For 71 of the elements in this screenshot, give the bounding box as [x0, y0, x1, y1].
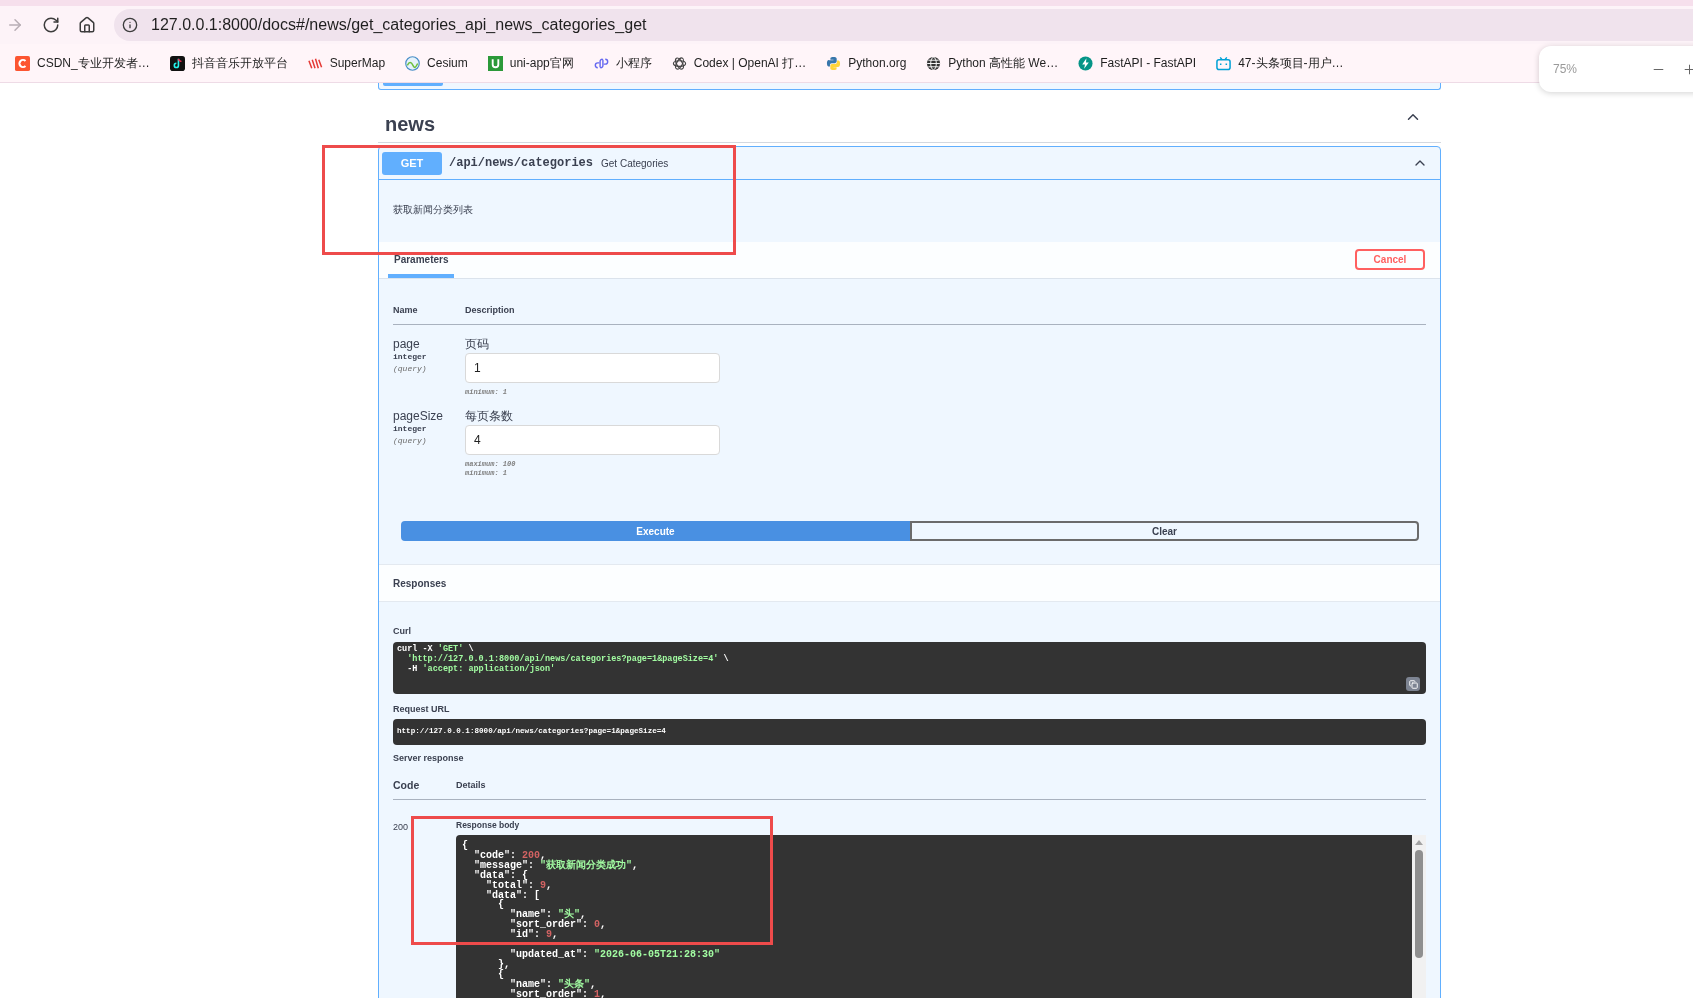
section-title: news — [385, 112, 436, 136]
bookmark[interactable]: CSDN_专业开发者… — [15, 54, 150, 72]
address-field[interactable]: 127.0.0.1:8000/docs#/news/get_categories_api_news_categories_get — [114, 9, 1693, 41]
code-line: "total": 9, — [485, 880, 553, 891]
column-header: Details — [456, 780, 486, 790]
lightning-bolt-icon — [1078, 55, 1094, 71]
column-header: Description — [465, 305, 515, 315]
code-line: }, — [497, 959, 510, 970]
globe-icon — [926, 55, 942, 71]
knot-logo-icon — [671, 55, 687, 71]
endpoint-summary[interactable]: GET /api/news/categories Get Categories — [379, 147, 1440, 180]
music-note-icon — [169, 55, 185, 71]
param-location: (query) — [393, 436, 427, 446]
copy-icon[interactable] — [1406, 677, 1420, 691]
bookmark[interactable]: uni-app官网 — [487, 54, 574, 72]
reload-icon[interactable] — [42, 16, 60, 34]
curl-command: curl -X 'GET' \ 'http://127.0.0.1:8000/api/news/categories?page=1&pageSize=4' \ -H 'accept: application/json' — [397, 644, 730, 674]
code-line: "name": "头条", — [509, 979, 597, 990]
param-description: 每页条数 — [465, 409, 514, 423]
column-header: Code — [393, 779, 421, 791]
endpoint-summary-text: Get Categories — [601, 156, 669, 171]
curl-label: Curl — [393, 626, 412, 636]
code-line: { — [497, 900, 504, 911]
responses-title: Responses — [393, 576, 447, 591]
zoom-level: 75% — [1553, 61, 1578, 78]
code-line: { — [497, 969, 504, 980]
response-code: 200 — [393, 822, 409, 832]
wave-globe-icon — [405, 55, 421, 71]
code-line: "updated_at": "2026-06-05T21:28:30" — [509, 949, 721, 960]
code-line: "code": 200, — [473, 850, 547, 861]
bookmark[interactable]: Python 高性能 We… — [926, 54, 1059, 72]
bookmark[interactable]: Python.org — [826, 54, 907, 72]
response-body-label: Response body — [456, 820, 520, 830]
info-icon[interactable] — [122, 17, 138, 33]
code-line: "sort_order": 0, — [509, 920, 607, 931]
param-name: pageSize — [393, 409, 444, 423]
server-response-label: Server response — [393, 753, 465, 763]
home-icon[interactable] — [78, 16, 96, 34]
snake-logo-icon — [826, 55, 842, 71]
bookmark[interactable]: SuperMap — [307, 54, 386, 72]
bookmark[interactable]: Codex | OpenAI 打… — [671, 54, 807, 72]
tab[interactable]: Parameters — [388, 252, 455, 278]
plus-icon[interactable] — [1682, 61, 1693, 77]
endpoint-path: /api/news/categories — [449, 155, 594, 172]
method-badge: GET — [382, 151, 442, 175]
c-logo-icon — [15, 55, 30, 71]
scrollbar[interactable] — [1412, 835, 1426, 998]
param-description: 页码 — [465, 337, 490, 351]
code-line: "data": { — [473, 870, 528, 881]
code-line: "message": "获取新闻分类成功", — [473, 860, 639, 871]
u-logo-icon — [487, 55, 503, 71]
code-line: { — [462, 841, 468, 851]
scrollbar-thumb[interactable] — [1415, 850, 1423, 958]
bookmark[interactable]: FastAPI - FastAPI — [1078, 54, 1197, 72]
param-type: integer — [393, 352, 427, 362]
request-url-label: Request URL — [393, 704, 451, 714]
input-field[interactable]: 1 — [465, 353, 720, 383]
clear-button[interactable]: Clear — [910, 521, 1419, 541]
bookmark[interactable]: Cesium — [405, 54, 468, 72]
param-location: (query) — [393, 364, 427, 374]
code-line: "sort_order": 1, — [509, 989, 607, 998]
bookmark[interactable]: 抖音音乐开放平台 — [169, 54, 288, 72]
bookmark[interactable]: 47-头条项目-用户… — [1216, 54, 1344, 72]
bookmark[interactable]: 小程序 — [593, 54, 652, 72]
code-line: "id": 9, — [509, 930, 559, 941]
param-type: integer — [393, 424, 427, 434]
input-field[interactable]: 4 — [465, 425, 720, 455]
endpoint-description: 获取新闻分类列表 — [393, 204, 474, 216]
tv-icon — [1216, 55, 1232, 71]
param-name: page — [393, 337, 420, 351]
column-header: Name — [393, 305, 419, 315]
